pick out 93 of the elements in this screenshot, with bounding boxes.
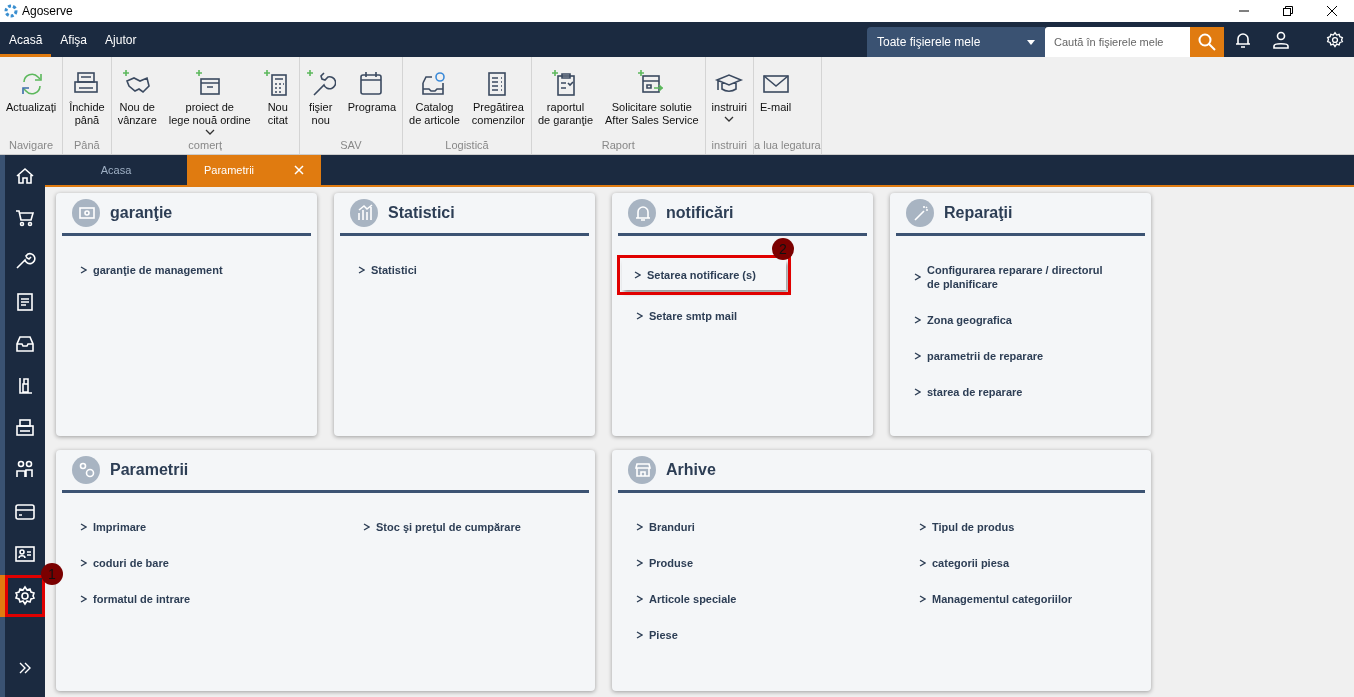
ribbon-button[interactable]: raportul de garanţie (532, 65, 600, 139)
settings-link[interactable]: starea de reparare (910, 382, 1027, 402)
ribbon-button[interactable]: fişier nou (299, 65, 342, 139)
card-icon (14, 501, 36, 523)
group-label: instruiri (710, 139, 749, 153)
restore-icon[interactable] (1282, 5, 1294, 17)
printer-icon (14, 417, 36, 439)
chevron-icon (914, 388, 921, 396)
settings-link[interactable]: coduri de bare (76, 553, 173, 573)
settings-link[interactable]: Tipul de produs (915, 517, 1019, 537)
document-icon (14, 291, 36, 313)
ribbon-button[interactable]: Solicitare solutie After Sales Service (599, 65, 705, 139)
cart-icon (14, 207, 36, 229)
caret-icon (1027, 39, 1035, 45)
ribbon-button[interactable]: Pregătirea comenzilor (465, 65, 531, 139)
scope-dropdown[interactable]: Toate fişierele mele (867, 27, 1045, 57)
settings-link[interactable]: Configurarea reparare / directorul de planificare (910, 260, 1107, 294)
settings-link[interactable]: Piese (632, 625, 682, 645)
group-label: SAV (339, 139, 363, 153)
settings-icon (14, 585, 36, 607)
chevron-icon (80, 523, 87, 531)
settings-link[interactable]: parametrii de reparare (910, 346, 1048, 366)
chevron-icon (914, 316, 921, 324)
ribbon-button[interactable]: proiect de lege nouă ordine (162, 65, 257, 139)
window-title: Agoserve (22, 4, 73, 18)
ribbon-button[interactable]: Catalog de articole (403, 65, 466, 139)
chevron-icon (80, 595, 87, 603)
menu-tab[interactable]: Ajutor (96, 22, 146, 57)
ribbon-button[interactable]: Nou de vânzare (111, 65, 163, 139)
settings-link[interactable]: Managementul categoriilor (915, 589, 1076, 609)
card-title: Statistici (388, 204, 455, 222)
chevron-icon (636, 631, 643, 639)
caret-icon (204, 129, 215, 135)
id-card-icon (14, 543, 36, 565)
settings-link[interactable]: Stoc şi preţul de cumpărare (359, 517, 525, 537)
chevron-icon (80, 266, 87, 274)
settings-link[interactable]: Articole speciale (632, 589, 741, 609)
store-icon (628, 456, 656, 484)
chart-icon (350, 199, 378, 227)
search-field[interactable]: Caută în fişierele mele (1045, 27, 1190, 57)
card-title: garanţie (110, 204, 173, 222)
settings-link[interactable]: Zona geografica (910, 310, 1016, 330)
ribbon-button[interactable]: Nou citat (256, 65, 299, 139)
app-logo-icon (4, 4, 18, 18)
card-title: notificări (666, 204, 734, 222)
chevron-icon (634, 271, 641, 279)
settings-link[interactable]: formatul de intrare (76, 589, 195, 609)
settings-link[interactable]: Statistici (354, 260, 421, 280)
settings-link[interactable]: Setare smtp mail (632, 306, 742, 326)
ribbon-button[interactable]: Programa (341, 65, 403, 139)
inbox-icon (14, 333, 36, 355)
chevron-icon (636, 559, 643, 567)
group-label: Navigare (8, 139, 55, 153)
settings-link[interactable]: garanţie de management (76, 260, 227, 280)
chevron-icon (636, 523, 643, 531)
callout-badge: 1 (41, 563, 63, 585)
group-label: comerț (187, 139, 223, 153)
ribbon-button[interactable]: instruiri (705, 65, 754, 139)
ribbon-button[interactable]: E-mail (754, 65, 798, 139)
chevron-icon (919, 559, 926, 567)
menu-tab[interactable]: Afişa (51, 22, 97, 57)
ribbon-button[interactable]: Închide până (63, 65, 111, 139)
card-title: Parametrii (110, 461, 189, 479)
chevron-icon (80, 559, 87, 567)
group-label: Logistică (444, 139, 490, 153)
card-title: Reparaţii (944, 204, 1013, 222)
tab[interactable]: Acasa (45, 155, 187, 185)
group-label: Raport (600, 139, 636, 153)
card-title: Arhive (666, 461, 716, 479)
callout-badge: 2 (771, 238, 794, 260)
group-label: Până (73, 139, 101, 153)
settings-link[interactable]: categorii piesa (915, 553, 1014, 573)
settings-link[interactable]: Setarea notificare (s) (622, 260, 786, 290)
chevron-icon (363, 523, 370, 531)
group-label: a lua legatura (754, 139, 821, 153)
bell-icon (628, 199, 656, 227)
close-icon[interactable] (1326, 5, 1338, 17)
ribbon-button[interactable]: Actualizați (0, 65, 63, 139)
chevron-icon (919, 523, 926, 531)
chevron-icon (636, 595, 643, 603)
safe-icon (72, 199, 100, 227)
chevron-icon (358, 266, 365, 274)
chevron-icon (919, 595, 926, 603)
chevron-icon (636, 312, 643, 320)
chevron-icon (914, 273, 921, 281)
home-icon (14, 165, 36, 187)
wand-icon (906, 199, 934, 227)
caret-icon (724, 116, 735, 122)
chevron-icon (914, 352, 921, 360)
search-icon (1198, 33, 1216, 51)
settings-link[interactable]: Produse (632, 553, 697, 573)
settings-link[interactable]: Branduri (632, 517, 699, 537)
settings-link[interactable]: Imprimare (76, 517, 151, 537)
